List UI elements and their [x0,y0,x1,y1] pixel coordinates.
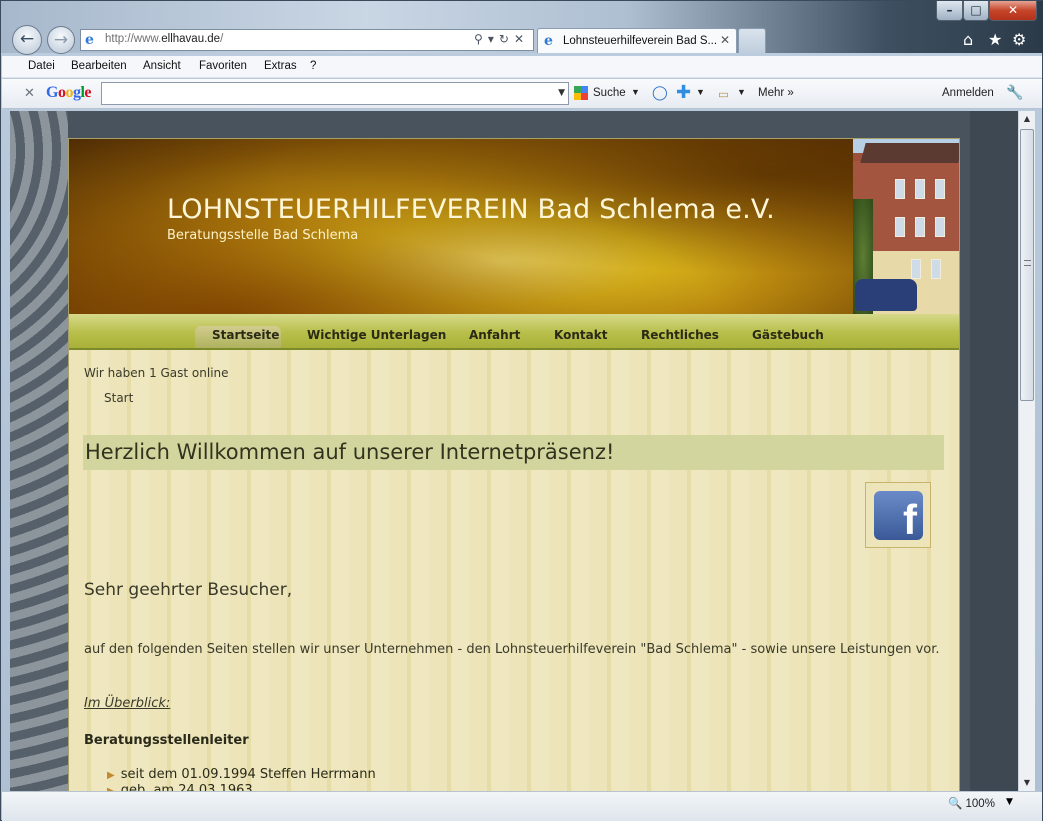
close-button[interactable]: ✕ [989,1,1037,21]
zoom-level[interactable]: 🔍 100% [948,796,995,810]
bookmark-icon[interactable]: ▭ [718,87,729,101]
header-banner: LOHNSTEUERHILFEVEREIN Bad Schlema e.V. B… [69,139,853,314]
photo-roof [860,143,959,163]
list-item-text: geb. am 24.03.1963 [120,783,253,791]
menu-extras[interactable]: Extras [264,60,297,72]
page-background-right [970,111,1018,791]
welcome-heading-bar: Herzlich Willkommen auf unserer Internet… [83,435,944,470]
photo-window [895,179,905,199]
google-search-icon[interactable] [574,86,588,100]
nav-wichtige-unterlagen[interactable]: Wichtige Unterlagen [307,328,446,342]
double-chevron-icon: » [787,87,794,99]
google-toolbar: ✕ Google ▼ Suche ▼ ◯ ✚ ▼ ▭ ▼ Mehr » Anme… [2,79,1042,109]
online-counter: Wir haben 1 Gast online [84,366,229,380]
photo-window [915,179,925,199]
photo-window [931,259,941,279]
site-subtitle: Beratungsstelle Bad Schlema [167,228,359,243]
intro-text: auf den folgenden Seiten stellen wir uns… [84,642,940,657]
anmelden-button[interactable]: Anmelden [942,87,994,99]
forward-arrow-icon: → [53,30,69,50]
address-url[interactable]: http://www.ellhavau.de/ [105,33,223,45]
menu-favoriten[interactable]: Favoriten [199,60,247,72]
mehr-button[interactable]: Mehr » [758,87,794,99]
stop-icon[interactable]: ✕ [514,32,529,46]
address-bar[interactable]: e http://www.ellhavau.de/ ⚲▾↻✕ [80,29,534,51]
photo-window [911,259,921,279]
photo-car [855,279,917,311]
browser-tab[interactable]: e Lohnsteuerhilfeverein Bad S... ✕ [537,28,737,53]
forward-button[interactable]: → [47,26,75,54]
vertical-scrollbar[interactable]: ▲ ▼ [1018,111,1035,791]
scrollbar-thumb[interactable] [1020,129,1034,401]
tab-ie-icon: e [544,33,553,49]
refresh-icon[interactable]: ↻ [499,32,514,46]
facebook-link[interactable]: f [865,482,931,548]
photo-window [895,217,905,237]
list-item-text: seit dem 01.09.1994 Steffen Herrmann [120,767,376,782]
site-navigation: Startseite Wichtige Unterlagen Anfahrt K… [69,314,959,350]
list-item: ▶ seit dem 01.09.1994 Steffen Herrmann [107,767,376,782]
address-tools[interactable]: ⚲▾↻✕ [474,32,529,46]
bullet-arrow-icon: ▶ [107,786,115,791]
google-search-box[interactable]: ▼ [101,82,569,105]
back-arrow-icon: ← [19,29,35,49]
minimize-button[interactable]: – [936,1,963,21]
dropdown-icon[interactable]: ▾ [488,32,499,46]
page-title: Herzlich Willkommen auf unserer Internet… [85,440,615,464]
google-search-input[interactable] [102,83,552,104]
google-logo: Google [46,84,92,101]
grip-icon [1024,260,1031,266]
plus-dropdown-icon[interactable]: ▼ [696,87,705,97]
nav-anfahrt[interactable]: Anfahrt [469,328,520,342]
scroll-down-arrow-icon[interactable]: ▼ [1019,775,1035,791]
leader-heading: Beratungsstellenleiter [84,733,249,748]
nav-rechtliches[interactable]: Rechtliches [641,328,719,342]
photo-window [935,179,945,199]
favorites-star-icon[interactable]: ★ [988,30,1002,49]
facebook-icon: f [874,491,923,540]
plus-icon[interactable]: ✚ [676,82,691,103]
photo-window [915,217,925,237]
building-photo [853,139,959,314]
photo-window [935,217,945,237]
menu-datei[interactable]: Datei [28,60,55,72]
status-bar: 🔍 100% ▼ [2,791,1042,821]
breadcrumb[interactable]: Start [104,391,133,405]
search-dropdown-icon[interactable]: ▼ [558,88,565,98]
menu-bearbeiten[interactable]: Bearbeiten [71,60,127,72]
search-button-label[interactable]: Suche [593,87,626,99]
mehr-label: Mehr [758,87,785,99]
menu-bar: Datei Bearbeiten Ansicht Favoriten Extra… [2,56,1042,78]
menu-help[interactable]: ? [310,60,316,72]
menu-ansicht[interactable]: Ansicht [143,60,181,72]
wrench-icon[interactable]: 🔧 [1006,85,1023,101]
browser-window: – □ ✕ ← → e http://www.ellhavau.de/ ⚲▾↻✕… [0,0,1043,821]
scroll-up-arrow-icon[interactable]: ▲ [1019,111,1035,127]
ie-icon: e [85,32,94,48]
greeting: Sehr geehrter Besucher, [84,580,293,600]
bullet-arrow-icon: ▶ [107,770,115,781]
maximize-button[interactable]: □ [963,1,989,21]
website: LOHNSTEUERHILFEVEREIN Bad Schlema e.V. B… [68,138,960,791]
zoom-value: 100% [965,798,995,810]
home-icon[interactable]: ⌂ [963,30,973,49]
search-dropdown-icon[interactable]: ▼ [631,87,640,97]
toolbar-close-icon[interactable]: ✕ [24,86,35,101]
overview-heading: Im Überblick: [84,696,171,711]
nav-kontakt[interactable]: Kontakt [554,328,607,342]
tab-title: Lohnsteuerhilfeverein Bad S... [563,35,718,47]
nav-gaestebuch[interactable]: Gästebuch [752,328,824,342]
compass-icon[interactable]: ◯ [652,84,668,101]
bookmark-dropdown-icon[interactable]: ▼ [737,87,746,97]
list-item: ▶ geb. am 24.03.1963 [107,783,253,791]
gear-icon[interactable]: ⚙ [1012,30,1026,49]
zoom-dropdown-icon[interactable]: ▼ [1006,797,1013,807]
new-tab-button[interactable] [738,28,766,53]
search-icon[interactable]: ⚲ [474,32,488,46]
site-title: LOHNSTEUERHILFEVEREIN Bad Schlema e.V. [167,194,775,225]
nav-startseite[interactable]: Startseite [212,328,279,342]
tab-close-icon[interactable]: ✕ [720,33,730,47]
back-button[interactable]: ← [12,25,42,55]
